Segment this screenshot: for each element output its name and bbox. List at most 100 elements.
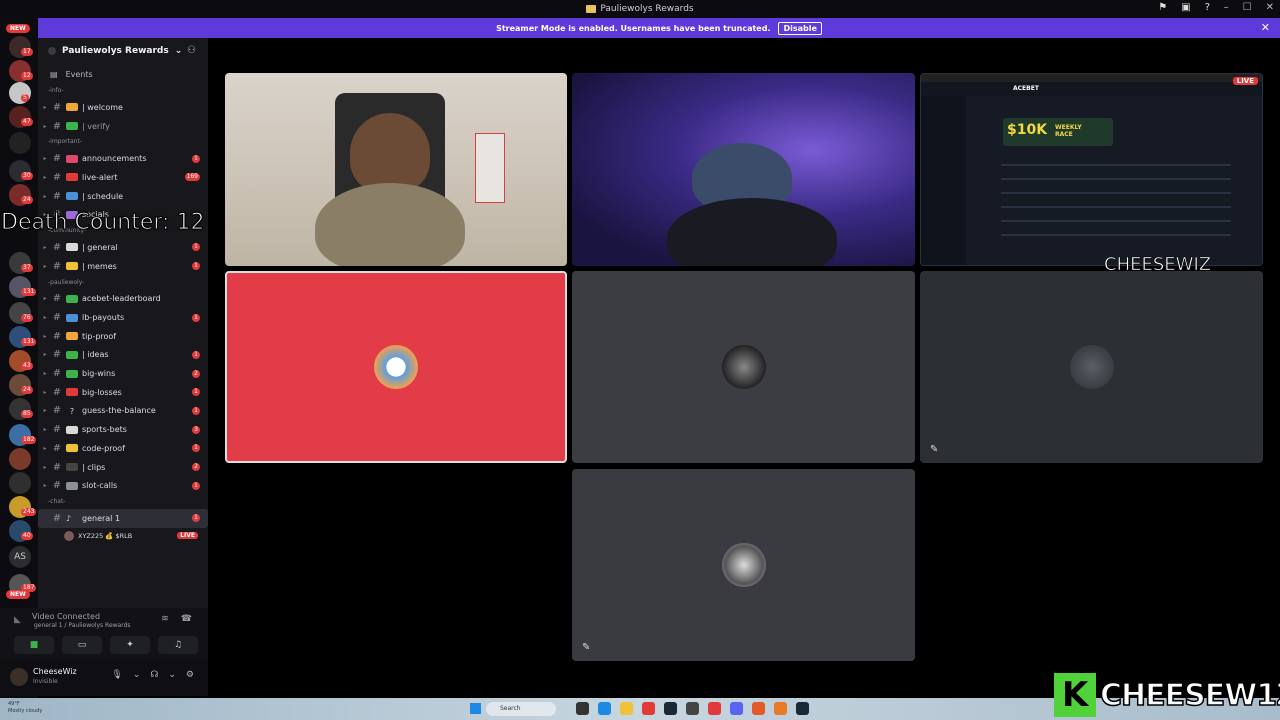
brave-icon[interactable] bbox=[752, 702, 765, 715]
category-info[interactable]: -info- bbox=[38, 84, 208, 98]
arrow-icon: ▸ bbox=[43, 314, 47, 322]
channel-item[interactable]: ▸ # live-alert 169 bbox=[38, 168, 208, 187]
emoji-icon bbox=[66, 388, 78, 397]
hash-icon: # bbox=[52, 368, 62, 380]
channel-item[interactable]: ▸ #? guess-the-balance 1 bbox=[38, 402, 208, 421]
gear-icon[interactable]: ⚙ bbox=[186, 670, 194, 680]
inbox-icon[interactable]: ⚑ bbox=[1158, 2, 1167, 13]
channel-name: code-proof bbox=[82, 443, 125, 453]
chevron-down-icon[interactable]: ⌄ bbox=[168, 670, 176, 680]
table-row bbox=[1001, 178, 1231, 180]
steam-icon[interactable] bbox=[664, 702, 677, 715]
channel-name: big-losses bbox=[82, 387, 122, 397]
channel-item[interactable]: ▸ # acebet-leaderboard bbox=[38, 290, 208, 309]
server-icon[interactable] bbox=[9, 448, 31, 470]
channel-item[interactable]: ▸ # big-wins 2 bbox=[38, 364, 208, 383]
firefox-icon[interactable] bbox=[774, 702, 787, 715]
video-tile-webcam-2[interactable] bbox=[572, 73, 915, 266]
camera-button[interactable]: ■ bbox=[14, 636, 54, 654]
shelf-shape bbox=[475, 133, 505, 203]
channel-item[interactable]: ▸ # | clips 2 bbox=[38, 458, 208, 477]
headphones-icon[interactable]: ☊ bbox=[150, 670, 158, 680]
help-icon[interactable]: ? bbox=[1205, 2, 1210, 13]
close-banner-icon[interactable]: ✕ bbox=[1261, 21, 1270, 34]
category-chat[interactable]: -chat- bbox=[38, 495, 208, 509]
app-icon[interactable] bbox=[708, 702, 721, 715]
channel-item[interactable]: ▸ # | ideas 1 bbox=[38, 346, 208, 365]
unread-badge: 169 bbox=[184, 173, 200, 182]
channel-item[interactable]: ▸ # | memes 1 bbox=[38, 257, 208, 276]
server-icon[interactable] bbox=[9, 472, 31, 494]
soundboard-button[interactable]: ♫ bbox=[158, 636, 198, 654]
avatar[interactable] bbox=[10, 668, 28, 686]
guild-header[interactable]: Pauliewolys Rewards ⌄ ⚇ bbox=[38, 38, 208, 64]
category-pauliewoly[interactable]: -pauliewoly- bbox=[38, 276, 208, 290]
channel-item[interactable]: ▸ # code-proof 1 bbox=[38, 439, 208, 458]
app-icon[interactable] bbox=[686, 702, 699, 715]
channel-name: acebet-leaderboard bbox=[82, 294, 161, 304]
voice-status[interactable]: Video Connected bbox=[32, 612, 100, 621]
channel-item[interactable]: ▸ # | schedule bbox=[38, 187, 208, 206]
video-tile-avatar-dark[interactable]: ✎ bbox=[920, 271, 1263, 463]
chrome-icon[interactable] bbox=[642, 702, 655, 715]
unread-badge: 1 bbox=[192, 262, 200, 271]
category-important[interactable]: -important- bbox=[38, 135, 208, 149]
hash-icon: # bbox=[52, 424, 62, 436]
chevron-down-icon[interactable]: ⌄ bbox=[133, 670, 141, 680]
arrow-icon: ▸ bbox=[43, 295, 47, 303]
channel-item[interactable]: ▸ # sports-bets 3 bbox=[38, 420, 208, 439]
calendar-icon: ▤ bbox=[50, 69, 58, 79]
death-counter-overlay: Death Counter: 12 bbox=[0, 210, 205, 236]
emoji-icon bbox=[66, 350, 78, 359]
video-tile-avatar-bottom[interactable]: ✎ bbox=[572, 469, 915, 661]
events-item[interactable]: ▤ Events bbox=[38, 64, 208, 84]
noise-suppression-icon[interactable]: ≋ bbox=[161, 614, 169, 624]
channel-item[interactable]: ▸ # slot-calls 1 bbox=[38, 476, 208, 495]
activities-button[interactable]: ✦ bbox=[110, 636, 150, 654]
close-window-icon[interactable]: ✕ bbox=[1266, 2, 1274, 13]
add-member-icon[interactable]: ⚇ bbox=[187, 45, 196, 56]
hash-icon: # bbox=[52, 312, 62, 324]
hash-icon: # bbox=[52, 405, 62, 417]
channel-item[interactable]: ▸ # big-losses 1 bbox=[38, 383, 208, 402]
channel-item[interactable]: ▸ # lb-payouts 1 bbox=[38, 308, 208, 327]
emoji-icon bbox=[66, 173, 78, 182]
channel-item[interactable]: ▸ # | welcome bbox=[38, 98, 208, 117]
maximize-icon[interactable]: ☐ bbox=[1243, 2, 1252, 13]
weather-widget[interactable]: 49°F Mostly cloudy bbox=[8, 701, 42, 715]
disable-button[interactable]: Disable bbox=[778, 21, 822, 35]
video-tile-avatar-red[interactable] bbox=[225, 271, 567, 463]
microphone-icon[interactable]: 🎙︎ bbox=[111, 670, 122, 680]
channel-item[interactable]: ▸ # | verify bbox=[38, 117, 208, 136]
discord-icon[interactable] bbox=[730, 702, 743, 715]
windows-start-icon[interactable] bbox=[470, 703, 481, 714]
channel-item[interactable]: ▸ # | general 1 bbox=[38, 238, 208, 257]
folder-icon[interactable] bbox=[620, 702, 633, 715]
channel-item[interactable]: ▸ # announcements 1 bbox=[38, 149, 208, 168]
task-view-icon[interactable] bbox=[576, 702, 589, 715]
edge-icon[interactable] bbox=[598, 702, 611, 715]
steam-icon[interactable] bbox=[796, 702, 809, 715]
table-row bbox=[1001, 164, 1231, 166]
hash-icon: # bbox=[52, 480, 62, 492]
voice-channel-item[interactable]: # ♪ general 1 1 bbox=[38, 509, 208, 528]
unread-badge: 1 bbox=[192, 243, 200, 252]
user-status: Invisible bbox=[33, 678, 58, 685]
voice-user[interactable]: XYZ225 💰 $RLB LIVE bbox=[38, 528, 208, 544]
kick-logo-icon: K bbox=[1054, 673, 1096, 717]
user-name[interactable]: CheeseWiz bbox=[33, 667, 77, 676]
video-tile-webcam-1[interactable] bbox=[225, 73, 567, 266]
screen-icon[interactable]: ▣ bbox=[1181, 2, 1190, 13]
brand-text: CHEESEW1Z bbox=[1099, 677, 1280, 714]
server-as[interactable]: AS bbox=[9, 546, 31, 568]
taskbar-search[interactable]: Search bbox=[486, 702, 556, 716]
disconnect-icon[interactable]: ☎ bbox=[181, 614, 192, 624]
events-label: Events bbox=[65, 69, 93, 79]
video-tile-avatar-grey[interactable] bbox=[572, 271, 915, 463]
server-icon[interactable] bbox=[9, 132, 31, 154]
minimize-icon[interactable]: – bbox=[1224, 2, 1229, 13]
screen-share-button[interactable]: ▭ bbox=[62, 636, 102, 654]
voice-channel-name: general 1 bbox=[82, 513, 121, 523]
video-tile-screenshare[interactable]: ACEBET LIVE $10K WEEKLY RACE bbox=[920, 73, 1263, 266]
channel-item[interactable]: ▸ # tip-proof bbox=[38, 327, 208, 346]
